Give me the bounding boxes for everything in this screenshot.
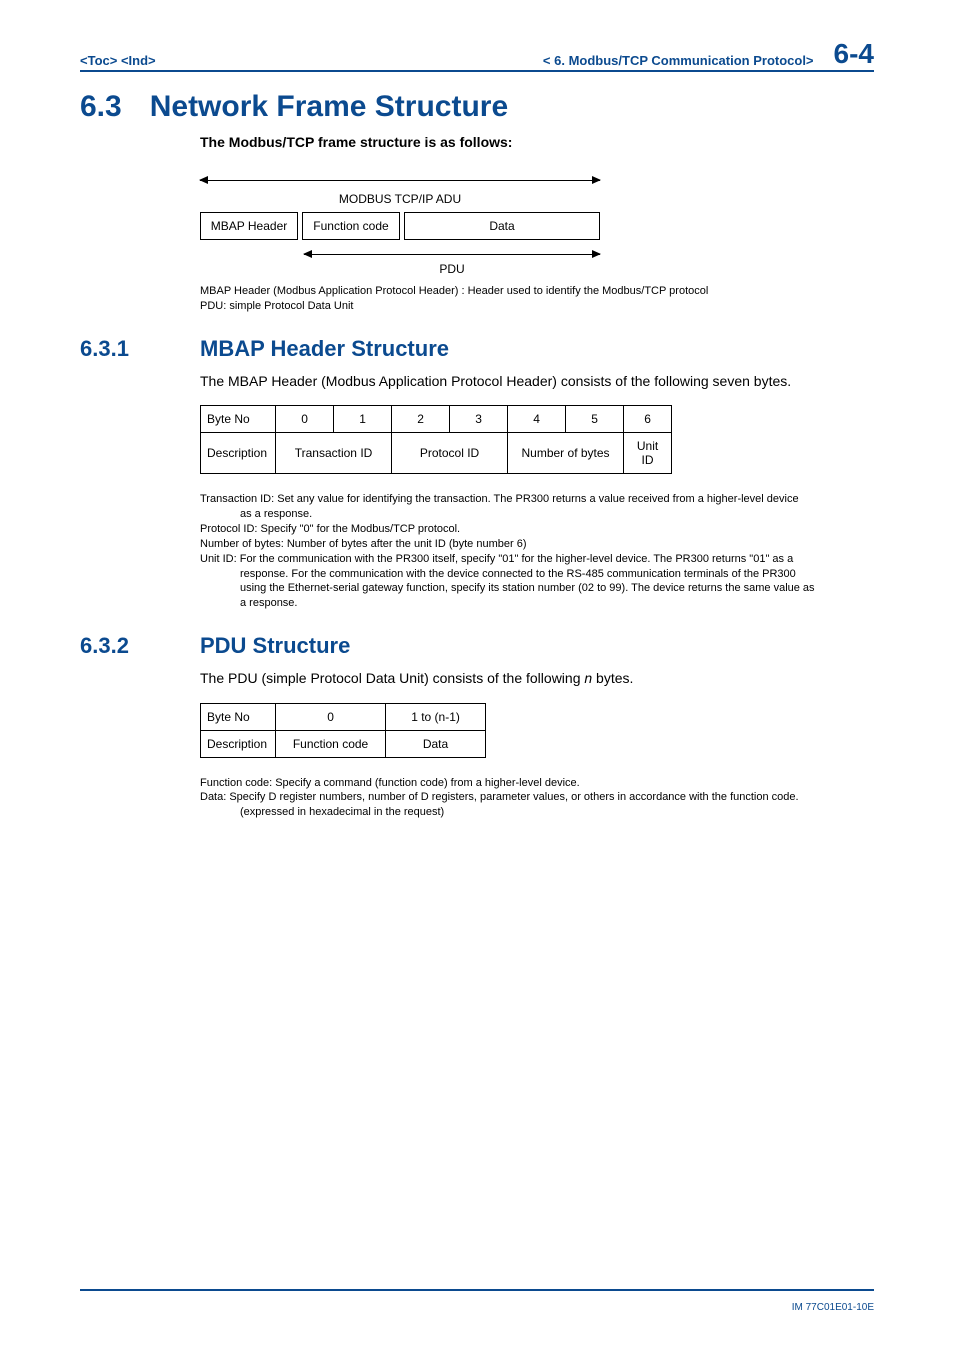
diagram-note-1: MBAP Header (Modbus Application Protocol… xyxy=(200,285,708,297)
pdu-label: PDU xyxy=(304,262,600,276)
subsection-title: PDU Structure xyxy=(200,633,350,659)
section-number: 6.3 xyxy=(80,90,122,124)
page-header: <Toc> <Ind> < 6. Modbus/TCP Communicatio… xyxy=(80,40,874,72)
table-row-label: Description xyxy=(201,730,276,757)
table-cell: Transaction ID xyxy=(276,433,392,474)
table-cell: Function code xyxy=(276,730,386,757)
table-row-label: Description xyxy=(201,433,276,474)
section-intro: The Modbus/TCP frame structure is as fol… xyxy=(200,134,874,150)
subsection-body: The MBAP Header (Modbus Application Prot… xyxy=(200,372,874,392)
table-cell: 2 xyxy=(392,406,450,433)
function-code-box: Function code xyxy=(302,212,400,240)
data-box: Data xyxy=(404,212,600,240)
table-cell: 1 xyxy=(334,406,392,433)
mbap-header-box: MBAP Header xyxy=(200,212,298,240)
diagram-note-2: PDU: simple Protocol Data Unit xyxy=(200,300,353,312)
footer-doc-id: IM 77C01E01-10E xyxy=(792,1302,874,1313)
subsection-number: 6.3.1 xyxy=(80,336,172,362)
table-cell: Number of bytes xyxy=(508,433,624,474)
table-cell: Unit ID xyxy=(624,433,672,474)
table-cell: 3 xyxy=(450,406,508,433)
table-cell: 4 xyxy=(508,406,566,433)
table-cell: 0 xyxy=(276,406,334,433)
frame-structure-diagram: MODBUS TCP/IP ADU MBAP Header Function c… xyxy=(200,174,600,280)
pdu-table: Byte No 0 1 to (n-1) Description Functio… xyxy=(200,703,486,758)
subsection-title: MBAP Header Structure xyxy=(200,336,449,362)
table-cell: 6 xyxy=(624,406,672,433)
toc-link[interactable]: <Toc> xyxy=(80,53,117,68)
subsection-number: 6.3.2 xyxy=(80,633,172,659)
chapter-title: < 6. Modbus/TCP Communication Protocol> xyxy=(156,53,834,68)
adu-arrow xyxy=(200,180,600,181)
mbap-header-table: Byte No 0 1 2 3 4 5 6 Description Transa… xyxy=(200,405,672,474)
table-cell: Data xyxy=(386,730,486,757)
pdu-notes: Function code: Specify a command (functi… xyxy=(200,776,874,821)
subsection-body: The PDU (simple Protocol Data Unit) cons… xyxy=(200,669,874,689)
mbap-notes: Transaction ID: Set any value for identi… xyxy=(200,492,874,611)
table-cell: 5 xyxy=(566,406,624,433)
section-title: Network Frame Structure xyxy=(150,90,508,124)
adu-label: MODBUS TCP/IP ADU xyxy=(200,192,600,206)
footer-divider xyxy=(80,1289,874,1291)
page-number: 6-4 xyxy=(834,40,874,68)
table-row-label: Byte No xyxy=(201,406,276,433)
table-cell: Protocol ID xyxy=(392,433,508,474)
table-row-label: Byte No xyxy=(201,703,276,730)
table-cell: 0 xyxy=(276,703,386,730)
ind-link[interactable]: <Ind> xyxy=(121,53,156,68)
pdu-arrow xyxy=(304,254,600,255)
table-cell: 1 to (n-1) xyxy=(386,703,486,730)
